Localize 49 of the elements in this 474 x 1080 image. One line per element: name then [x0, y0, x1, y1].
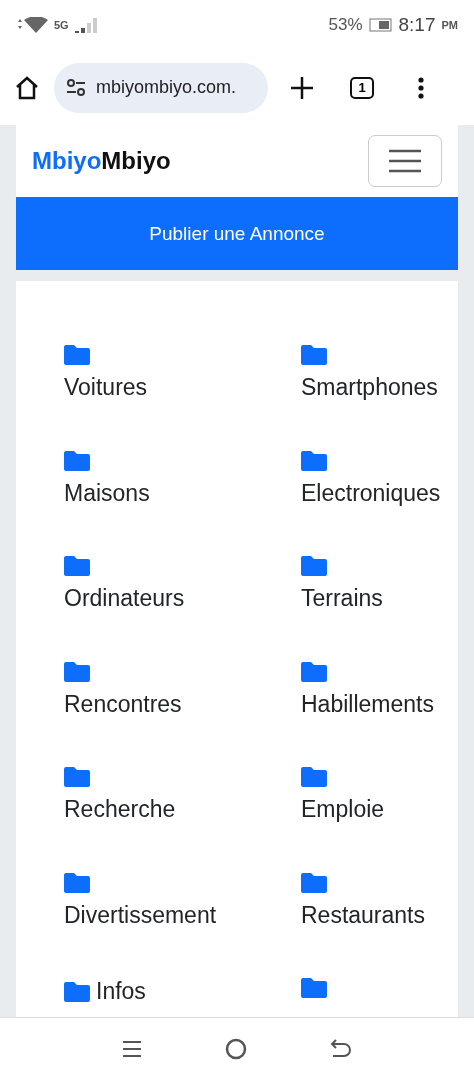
category-link[interactable]: Terrains: [301, 556, 458, 612]
publish-banner[interactable]: Publier une Annonce: [16, 197, 458, 270]
folder-icon: [301, 767, 327, 787]
signal-icon: [74, 17, 97, 33]
category-link[interactable]: Emploie: [301, 767, 458, 823]
category-link[interactable]: Electroniques: [301, 450, 458, 507]
category-link[interactable]: Ordinateurs: [64, 556, 301, 612]
category-link[interactable]: Smartphones: [301, 345, 458, 401]
category-link[interactable]: Recherche: [64, 767, 301, 823]
tab-count-button[interactable]: 1: [350, 76, 374, 99]
clock-period: PM: [441, 19, 458, 31]
category-link[interactable]: Maisons: [64, 450, 301, 507]
address-bar[interactable]: mbiyombiyo.com.: [54, 62, 268, 113]
site-logo[interactable]: MbiyoMbiyo: [32, 147, 171, 175]
clock-time: 8:17: [398, 14, 436, 36]
folder-icon: [301, 345, 327, 365]
more-menu-icon[interactable]: [418, 76, 424, 99]
folder-icon: [64, 345, 90, 365]
folder-icon: [64, 450, 90, 471]
category-link[interactable]: Divertissement: [64, 872, 301, 929]
recent-apps-icon[interactable]: [121, 1040, 142, 1058]
menu-icon: [388, 149, 422, 173]
folder-icon: [301, 450, 327, 471]
publish-link[interactable]: Publier une Annonce: [149, 222, 325, 245]
plus-icon[interactable]: [290, 75, 314, 100]
folder-icon: [64, 556, 90, 576]
menu-button[interactable]: [368, 135, 442, 187]
site-settings-icon[interactable]: [66, 78, 86, 97]
folder-icon: [301, 872, 327, 893]
folder-icon: [301, 978, 327, 998]
folder-icon: [301, 661, 327, 682]
folder-icon: [64, 767, 90, 787]
url-text: mbiyombiyo.com.: [96, 77, 237, 98]
battery-percent: 53%: [328, 15, 363, 35]
folder-icon: [64, 872, 90, 893]
home-icon[interactable]: [14, 75, 40, 100]
category-link[interactable]: Restaurants: [301, 872, 458, 929]
wifi-icon: [16, 17, 48, 33]
folder-icon: [64, 661, 90, 682]
folder-icon: [301, 556, 327, 576]
category-link[interactable]: Voitures: [64, 345, 301, 401]
battery-icon: [368, 18, 393, 32]
home-button-icon[interactable]: [225, 1038, 247, 1060]
category-link[interactable]: Infos: [64, 978, 301, 1005]
category-link[interactable]: Habillements: [301, 661, 458, 718]
category-link[interactable]: Rencontres: [64, 661, 301, 718]
network-label: 5G: [54, 19, 69, 31]
folder-icon: [64, 981, 90, 1002]
back-icon[interactable]: [330, 1038, 353, 1060]
